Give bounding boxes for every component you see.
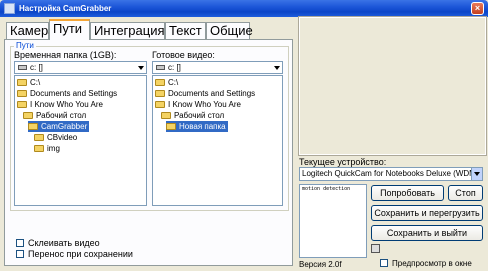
tree-item[interactable]: I Know Who You Are (155, 99, 241, 110)
settings-window: Настройка CamGrabber × Камера Пути Интег… (0, 0, 488, 271)
tree-item[interactable]: Documents and Settings (155, 88, 255, 99)
tab-integration[interactable]: Интеграция (90, 22, 165, 39)
color-swatch[interactable] (371, 244, 380, 253)
preview-in-window-checkbox[interactable]: Предпросмотр в окне (380, 259, 472, 268)
tree-item-label: I Know Who You Are (30, 100, 103, 109)
folder-icon (161, 112, 171, 119)
tree-item[interactable]: I Know Who You Are (17, 99, 103, 110)
tree-item-selected[interactable]: Новая папка (166, 121, 228, 132)
folder-icon (17, 101, 27, 108)
folder-open-icon (28, 123, 38, 130)
folder-icon (34, 145, 44, 152)
folder-icon (17, 90, 27, 97)
tree-item[interactable]: Documents and Settings (17, 88, 117, 99)
device-select[interactable]: Logitech QuickCam for Notebooks Deluxe (… (299, 167, 483, 181)
drive-icon (18, 65, 27, 70)
tree-item[interactable]: Рабочий стол (23, 110, 86, 121)
temp-folder-label: Временная папка (1GB): (14, 50, 117, 60)
folder-icon (17, 79, 27, 86)
video-preview (298, 16, 487, 156)
paths-group-legend: Пути (14, 41, 36, 50)
transfer-on-save-checkbox[interactable]: Перенос при сохранении (16, 249, 133, 259)
folder-icon (155, 101, 165, 108)
ready-video-label: Готовое видео: (152, 50, 215, 60)
tree-item[interactable]: img (34, 143, 60, 154)
tree-item-label: Documents and Settings (168, 89, 256, 98)
window-title: Настройка CamGrabber (19, 4, 112, 13)
tree-item-label: C:\ (168, 78, 179, 87)
folder-icon (34, 134, 44, 141)
chevron-down-icon (138, 66, 144, 70)
tree-item-label: CBvideo (47, 133, 78, 142)
save-exit-button[interactable]: Сохранить и выйти (371, 225, 483, 241)
device-label: Текущее устройство: (299, 157, 387, 167)
checkbox-box[interactable] (380, 259, 388, 267)
tree-item[interactable]: C:\ (17, 77, 40, 88)
folder-open-icon (166, 123, 176, 130)
temp-drive-value: c: [] (30, 63, 43, 72)
device-select-value: Logitech QuickCam for Notebooks Deluxe (… (302, 169, 479, 178)
save-restart-button[interactable]: Сохранить и перегрузить (371, 205, 483, 221)
folder-icon (155, 90, 165, 97)
glue-video-label: Склеивать видео (28, 238, 100, 248)
motion-log: motion detection (299, 184, 367, 258)
tree-item-label: Новая папка (179, 122, 226, 131)
drive-icon (156, 65, 165, 70)
temp-drive-select[interactable]: c: [] (14, 61, 147, 74)
ready-drive-select[interactable]: c: [] (152, 61, 283, 74)
tree-item[interactable]: CBvideo (34, 132, 77, 143)
tree-item-label: Рабочий стол (36, 111, 87, 120)
tab-general[interactable]: Общие (206, 22, 253, 39)
transfer-on-save-label: Перенос при сохранении (28, 249, 133, 259)
tree-item-label: Рабочий стол (174, 111, 225, 120)
tree-item-label: Documents and Settings (30, 89, 118, 98)
tree-item-label: CamGrabber (41, 122, 88, 131)
tab-camera[interactable]: Камера (6, 22, 55, 39)
stop-button[interactable]: Стоп (448, 185, 483, 201)
app-icon (4, 3, 15, 14)
tab-text[interactable]: Текст (165, 22, 206, 39)
tree-item-selected[interactable]: CamGrabber (28, 121, 90, 132)
chevron-down-icon (274, 66, 280, 70)
ready-drive-value: c: [] (168, 63, 181, 72)
tree-item-label: C:\ (30, 78, 41, 87)
checkbox-box[interactable] (16, 250, 24, 258)
folder-icon (23, 112, 33, 119)
glue-video-checkbox[interactable]: Склеивать видео (16, 238, 100, 248)
tree-item[interactable]: Рабочий стол (161, 110, 224, 121)
ready-folder-tree[interactable]: C:\ Documents and Settings I Know Who Yo… (152, 75, 283, 206)
tree-item[interactable]: C:\ (155, 77, 178, 88)
try-button[interactable]: Попробовать (371, 185, 444, 201)
tab-paths[interactable]: Пути (49, 19, 90, 40)
title-bar[interactable]: Настройка CamGrabber × (0, 0, 488, 17)
temp-folder-tree[interactable]: C:\ Documents and Settings I Know Who Yo… (14, 75, 147, 206)
tree-item-label: I Know Who You Are (168, 100, 241, 109)
folder-icon (155, 79, 165, 86)
checkbox-box[interactable] (16, 239, 24, 247)
preview-in-window-label: Предпросмотр в окне (392, 259, 472, 268)
chevron-down-icon[interactable] (471, 168, 482, 180)
version-label: Версия 2.0f (299, 260, 342, 269)
tree-item-label: img (47, 144, 60, 153)
close-button[interactable]: × (471, 2, 484, 15)
